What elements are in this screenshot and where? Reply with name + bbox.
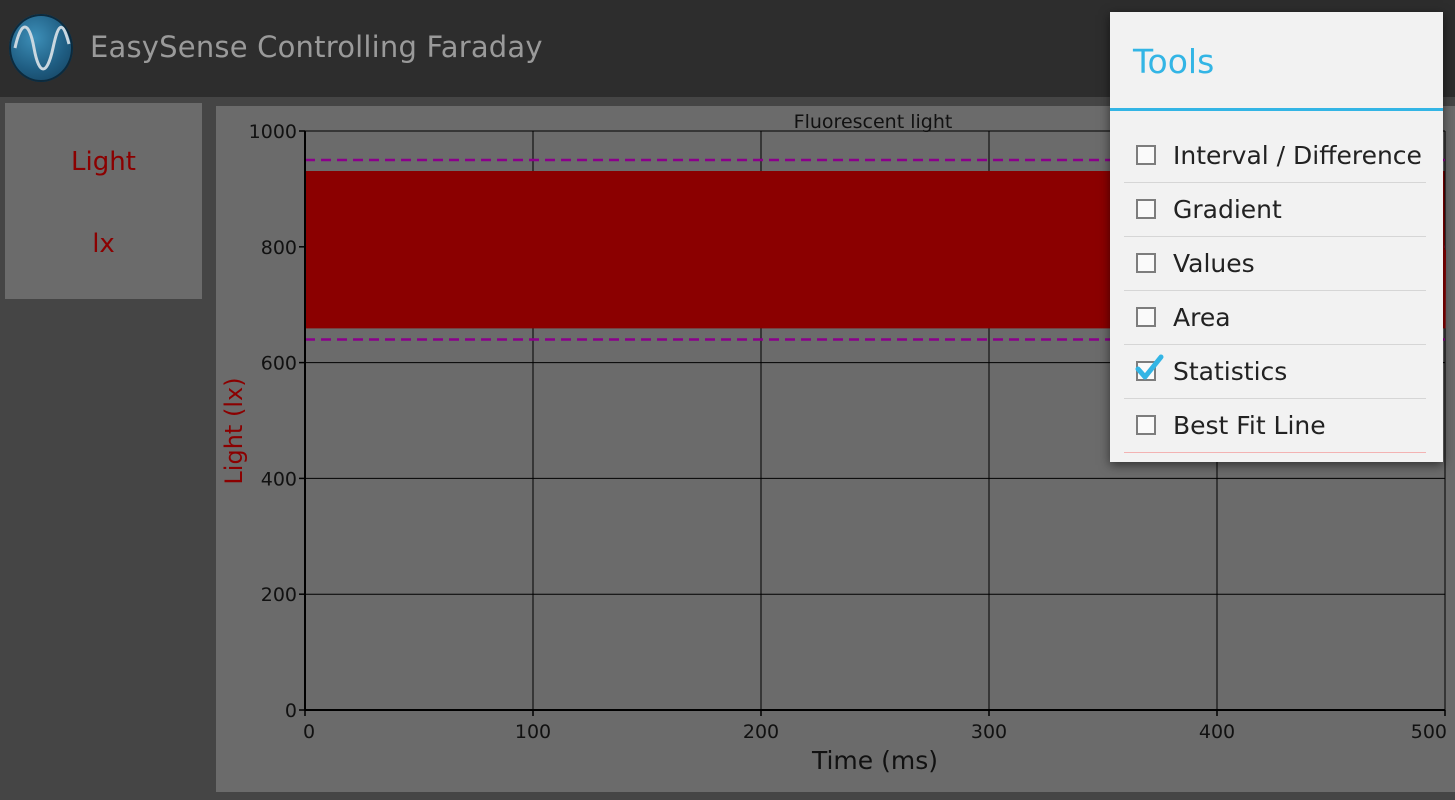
sine-wave-logo-icon[interactable]	[9, 14, 73, 82]
y-tick-label: 1000	[249, 121, 297, 143]
x-tick-label: 400	[1199, 721, 1235, 743]
checkbox[interactable]	[1136, 199, 1156, 219]
chart-title: Fluorescent light	[794, 111, 953, 133]
x-axis-label: Time (ms)	[811, 746, 938, 775]
tool-item-best-fit-line[interactable]: Best Fit Line	[1124, 398, 1426, 453]
y-tick-label: 600	[261, 353, 297, 375]
tools-menu-title: Tools	[1133, 42, 1215, 81]
checkbox[interactable]	[1136, 307, 1156, 327]
y-tick-label: 0	[285, 700, 297, 722]
tool-item-values[interactable]: Values	[1124, 236, 1426, 291]
x-tick-label: 300	[971, 721, 1007, 743]
checkmark-icon	[1135, 354, 1164, 380]
tool-item-interval-difference[interactable]: Interval / Difference	[1124, 128, 1426, 183]
x-tick-label: 0	[303, 721, 315, 743]
tool-item-label: Statistics	[1173, 357, 1288, 386]
y-axis-label: Light (lx)	[220, 377, 248, 484]
y-tick-label: 800	[261, 237, 297, 259]
x-tick-label: 500	[1411, 721, 1447, 743]
tool-item-label: Area	[1173, 303, 1231, 332]
tool-item-area[interactable]: Area	[1124, 290, 1426, 345]
checkbox-checked[interactable]	[1135, 354, 1164, 381]
app-title: EasySense Controlling Faraday	[90, 30, 543, 64]
tool-item-gradient[interactable]: Gradient	[1124, 182, 1426, 237]
tool-item-label: Gradient	[1173, 195, 1282, 224]
checkbox[interactable]	[1136, 253, 1156, 273]
tool-item-label: Best Fit Line	[1173, 411, 1326, 440]
sensor-name: Light	[71, 147, 136, 177]
tool-item-label: Interval / Difference	[1173, 141, 1422, 170]
tool-item-label: Values	[1173, 249, 1255, 278]
tools-menu: Tools Interval / Difference Gradient Val…	[1110, 12, 1443, 462]
sensor-panel[interactable]: Light lx	[5, 103, 202, 299]
checkbox[interactable]	[1136, 415, 1156, 435]
tools-menu-divider	[1110, 108, 1443, 111]
sensor-unit: lx	[92, 229, 115, 259]
checkbox[interactable]	[1136, 145, 1156, 165]
x-tick-label: 100	[515, 721, 551, 743]
tool-item-statistics[interactable]: Statistics	[1124, 344, 1426, 399]
y-tick-label: 200	[261, 584, 297, 606]
x-tick-label: 200	[743, 721, 779, 743]
y-tick-label: 400	[261, 468, 297, 490]
